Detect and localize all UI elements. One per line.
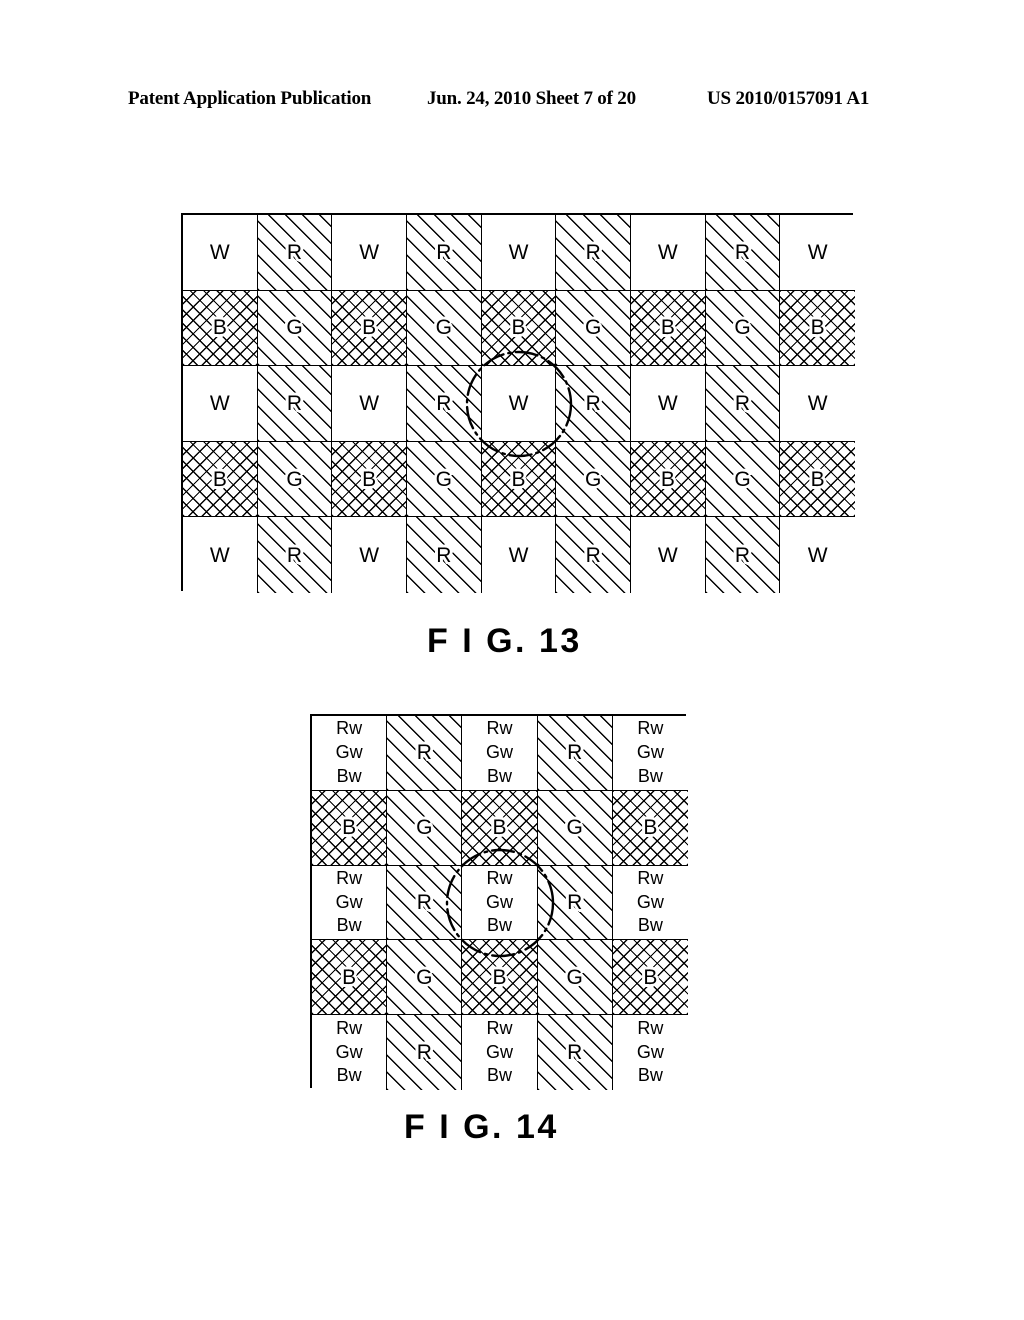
pixel-cell-label: W	[508, 543, 529, 567]
pixel-cell-label: Rw Gw Bw	[636, 867, 664, 936]
pixel-cell-label: B	[342, 816, 357, 840]
pixel-cell-label: G	[286, 316, 303, 340]
pixel-cell-label: G	[435, 467, 452, 491]
pixel-cell-label: B	[342, 965, 357, 989]
pixel-cell-label: R	[286, 543, 303, 567]
pixel-cell-label: B	[511, 467, 526, 491]
pixel-cell-label: B	[492, 965, 507, 989]
pixel-cell-label: R	[436, 240, 452, 264]
pixel-cell-label: Rw Gw Bw	[485, 718, 513, 786]
pixel-cell-label: G	[734, 467, 751, 491]
pixel-cell-label: R	[585, 240, 601, 264]
pixel-cell-label: W	[807, 391, 828, 415]
pixel-cell-label: G	[584, 467, 602, 491]
pixel-cell: B	[612, 790, 688, 866]
pixel-cell: B	[312, 790, 388, 866]
figure-14-caption: F I G. 14	[404, 1108, 559, 1146]
pixel-cell-label: R	[734, 543, 751, 567]
pixel-cell-label: R	[286, 240, 303, 264]
pixel-cell: Rw Gw Bw	[462, 716, 538, 791]
pixel-cell-label: R	[286, 391, 303, 415]
pixel-cell: B	[462, 940, 538, 1016]
pixel-cell-label: B	[492, 816, 507, 840]
pixel-cell-label: Rw Gw Bw	[335, 718, 363, 786]
pixel-cell-label: B	[660, 316, 675, 340]
pixel-cell-label: R	[416, 741, 432, 765]
pixel-cell-label: B	[660, 467, 675, 491]
pixel-cell-label: R	[567, 890, 583, 914]
pixel-cell-label: W	[508, 240, 529, 264]
pixel-cell: Rw Gw Bw	[612, 865, 688, 941]
pixel-cell: Rw Gw Bw	[612, 1015, 688, 1090]
pixel-cell-label: B	[810, 316, 825, 340]
pixel-cell-label: G	[286, 467, 303, 491]
pixel-cell-label: R	[734, 240, 751, 264]
pixel-cell-label: B	[362, 467, 377, 491]
pixel-cell-label: B	[362, 316, 377, 340]
pixel-cell: B	[462, 790, 538, 866]
pixel-cell-label: B	[643, 965, 658, 989]
pixel-cell: Rw Gw Bw	[462, 865, 538, 941]
pixel-cell-label: W	[807, 240, 828, 264]
pixel-cell-label: R	[416, 1041, 432, 1065]
pixel-cell: R	[387, 716, 463, 791]
pixel-cell-label: W	[359, 391, 380, 415]
pixel-cell: G	[387, 940, 463, 1016]
pixel-cell-label: G	[584, 316, 602, 340]
pixel-cell: B	[612, 940, 688, 1016]
pixel-cell: R	[537, 716, 613, 791]
pixel-cell-label: R	[585, 543, 601, 567]
pixel-cell-label: G	[416, 816, 433, 840]
pixel-cell-label: W	[657, 240, 678, 264]
pixel-cell-label: G	[734, 316, 751, 340]
pixel-cell: G	[387, 790, 463, 866]
pixel-cell-label: R	[436, 543, 452, 567]
pixel-cell-label: Rw Gw Bw	[636, 718, 664, 786]
pixel-cell: R	[537, 1015, 613, 1090]
pixel-cell: Rw Gw Bw	[462, 1015, 538, 1090]
pixel-cell-label: R	[436, 391, 452, 415]
pixel-cell-label: W	[807, 543, 828, 567]
pixel-cell-label: R	[567, 1041, 583, 1065]
pixel-cell-label: Rw Gw Bw	[335, 1017, 363, 1086]
pixel-cell-label: W	[209, 543, 230, 567]
pixel-cell: Rw Gw Bw	[312, 716, 388, 791]
pixel-cell-label: Rw Gw Bw	[485, 867, 513, 936]
pixel-cell: B	[312, 940, 388, 1016]
pixel-cell: R	[387, 1015, 463, 1090]
pixel-cell-label: W	[657, 543, 678, 567]
pixel-cell-label: Rw Gw Bw	[636, 1017, 664, 1086]
pixel-cell-label: G	[435, 316, 452, 340]
pixel-cell-label: W	[209, 240, 230, 264]
pixel-cell-label: R	[416, 890, 432, 914]
pixel-cell-label: B	[511, 316, 526, 340]
pixel-cell: R	[387, 865, 463, 941]
pixel-cell-label: B	[643, 816, 658, 840]
pixel-cell: Rw Gw Bw	[312, 865, 388, 941]
pixel-cell: R	[537, 865, 613, 941]
pixel-cell-label: W	[657, 391, 678, 415]
pixel-cell-label: R	[585, 391, 601, 415]
pixel-cell-label: W	[359, 543, 380, 567]
pixel-cell-label: B	[212, 467, 227, 491]
pixel-cell-label: G	[566, 965, 583, 989]
pixel-cell-label: G	[416, 965, 433, 989]
pixel-cell-label: Rw Gw Bw	[335, 867, 363, 936]
pixel-cell: Rw Gw Bw	[612, 716, 688, 791]
pixel-cell-label: W	[359, 240, 380, 264]
pixel-cell-label: B	[212, 316, 227, 340]
pixel-array-grid-fig14: Rw Gw Bw R Rw Gw Bw R Rw Gw Bw B G B G B Rw Gw Bw R Rw Gw Bw R R…	[310, 714, 688, 1090]
pixel-cell-label: Rw Gw Bw	[485, 1017, 513, 1086]
pixel-cell: G	[537, 790, 613, 866]
pixel-cell-label: G	[566, 816, 583, 840]
pixel-cell-label: R	[567, 741, 583, 765]
pixel-cell-label: B	[810, 467, 825, 491]
pixel-cell-label: W	[209, 391, 230, 415]
pixel-cell-label: W	[508, 391, 529, 415]
pixel-cell-label: R	[734, 391, 751, 415]
figure-14: Rw Gw Bw R Rw Gw Bw R Rw Gw Bw B G B G B Rw Gw Bw R Rw Gw Bw R R…	[0, 0, 1024, 1200]
pixel-cell: Rw Gw Bw	[312, 1015, 388, 1090]
pixel-cell: G	[537, 940, 613, 1016]
